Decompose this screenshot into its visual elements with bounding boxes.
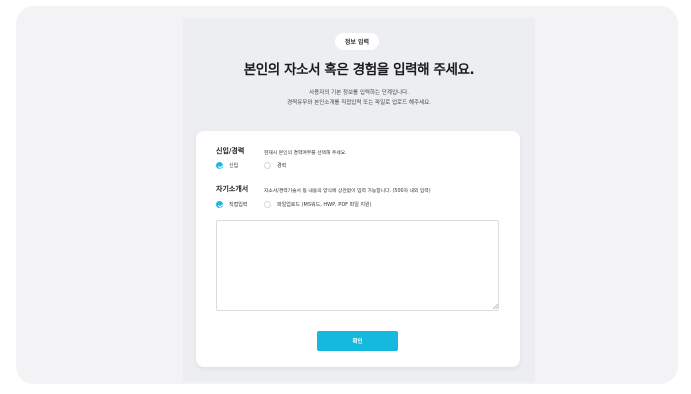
career-option-experienced[interactable]: 경력 bbox=[264, 162, 286, 169]
career-option-label: 경력 bbox=[277, 163, 287, 169]
intro-textarea[interactable] bbox=[216, 220, 499, 311]
radio-unchecked-icon[interactable] bbox=[264, 162, 271, 169]
page-description-line2: 경력유무와 본인소개를 직접입력 또는 파일로 업로드 해주세요. bbox=[287, 100, 431, 106]
resize-grip-icon[interactable] bbox=[492, 303, 498, 309]
radio-checked-icon[interactable] bbox=[216, 162, 223, 169]
intro-option-upload[interactable]: 파일업로드 (MS워드, HWP, PDF 파일 지원) bbox=[264, 201, 372, 208]
intro-option-label: 파일업로드 (MS워드, HWP, PDF 파일 지원) bbox=[277, 202, 372, 208]
page-title: 본인의 자소서 혹은 경험을 입력해 주세요. bbox=[243, 62, 475, 78]
confirm-button[interactable]: 확인 bbox=[317, 331, 398, 351]
radio-unchecked-icon[interactable] bbox=[264, 201, 271, 208]
intro-hint: 자소서/경력기술서 등 내용의 양식에 상관없이 입력 가능합니다. (500자… bbox=[264, 189, 431, 194]
intro-option-label: 직접입력 bbox=[229, 202, 248, 208]
career-label: 신입/경력 bbox=[216, 147, 245, 155]
career-option-label: 신입 bbox=[229, 163, 239, 169]
career-hint: 현재시 본인의 경력여부를 선택해 주세요. bbox=[264, 151, 347, 156]
career-option-new[interactable]: 신입 bbox=[216, 162, 238, 169]
step-badge: 정보 입력 bbox=[335, 33, 379, 50]
radio-checked-icon[interactable] bbox=[216, 201, 223, 208]
intro-option-direct[interactable]: 직접입력 bbox=[216, 201, 247, 208]
intro-label: 자기소개서 bbox=[216, 185, 249, 193]
page-description-line1: 사용자의 기본 정보를 입력하는 단계입니다. bbox=[309, 90, 409, 96]
